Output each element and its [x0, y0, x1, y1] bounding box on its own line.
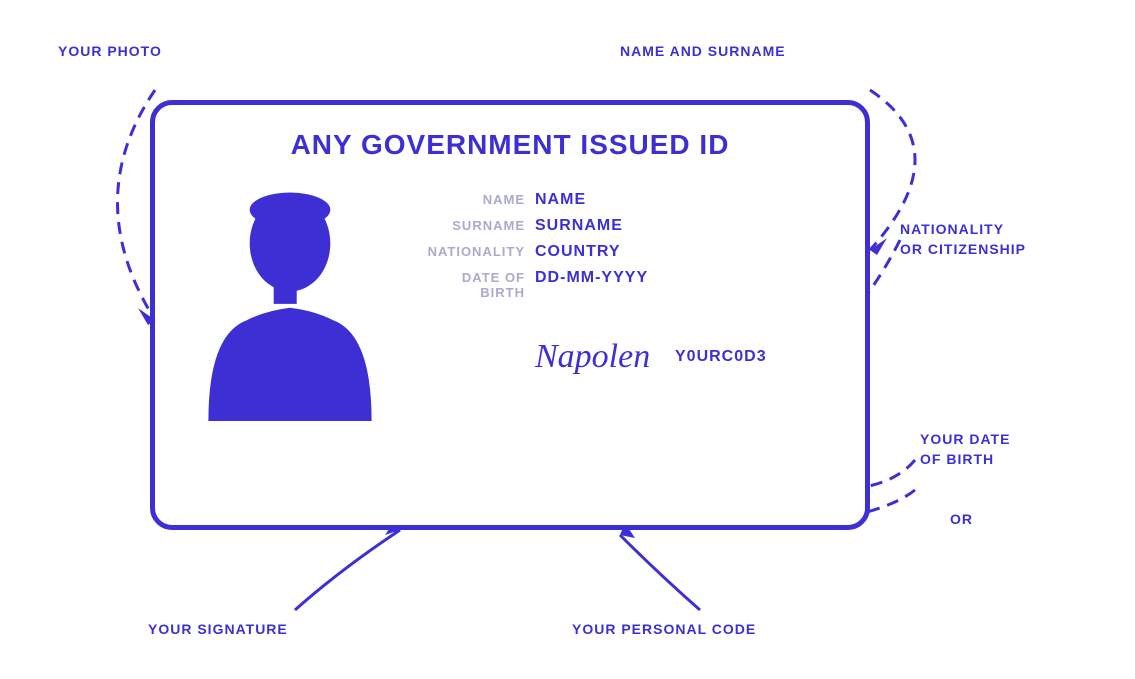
field-label-dob: DATE OF BIRTH [415, 270, 525, 300]
field-row-surname: SURNAME SURNAME [415, 217, 835, 235]
annotation-signature: YOUR SIGNATURE [148, 620, 288, 638]
id-card: ANY GOVERNMENT ISSUED ID NAME [150, 100, 870, 530]
field-value-surname: SURNAME [535, 217, 623, 235]
annotation-or: OR [950, 510, 973, 528]
id-card-body: NAME NAME SURNAME SURNAME NATIONALITY CO… [185, 181, 835, 421]
field-value-dob: DD-MM-YYYY [535, 269, 648, 287]
page-container: YOUR PHOTO NAME AND SURNAME NATIONALITYO… [0, 0, 1135, 679]
field-label-name: NAME [415, 192, 525, 207]
annotation-name-and-surname: NAME AND SURNAME [620, 42, 786, 60]
avatar-area [185, 181, 395, 421]
field-row-nationality: NATIONALITY COUNTRY [415, 243, 835, 261]
field-row-name: NAME NAME [415, 191, 835, 209]
annotation-personal-code: YOUR PERSONAL CODE [572, 620, 756, 638]
id-card-title: ANY GOVERNMENT ISSUED ID [185, 129, 835, 161]
field-value-nationality: COUNTRY [535, 243, 621, 261]
annotation-nationality: NATIONALITYOR CITIZENSHIP [900, 220, 1026, 259]
fields-area: NAME NAME SURNAME SURNAME NATIONALITY CO… [415, 181, 835, 421]
field-value-name: NAME [535, 191, 586, 209]
field-label-surname: SURNAME [415, 218, 525, 233]
field-row-dob: DATE OF BIRTH DD-MM-YYYY [415, 269, 835, 300]
avatar-silhouette [195, 181, 385, 421]
field-label-nationality: NATIONALITY [415, 244, 525, 259]
field-value-personal-code: Y0URC0D3 [675, 348, 767, 366]
personal-code-row: Napolen Y0URC0D3 [415, 338, 835, 376]
annotation-your-photo: YOUR PHOTO [58, 42, 162, 60]
annotation-dob: YOUR DATEOF BIRTH [920, 430, 1010, 469]
